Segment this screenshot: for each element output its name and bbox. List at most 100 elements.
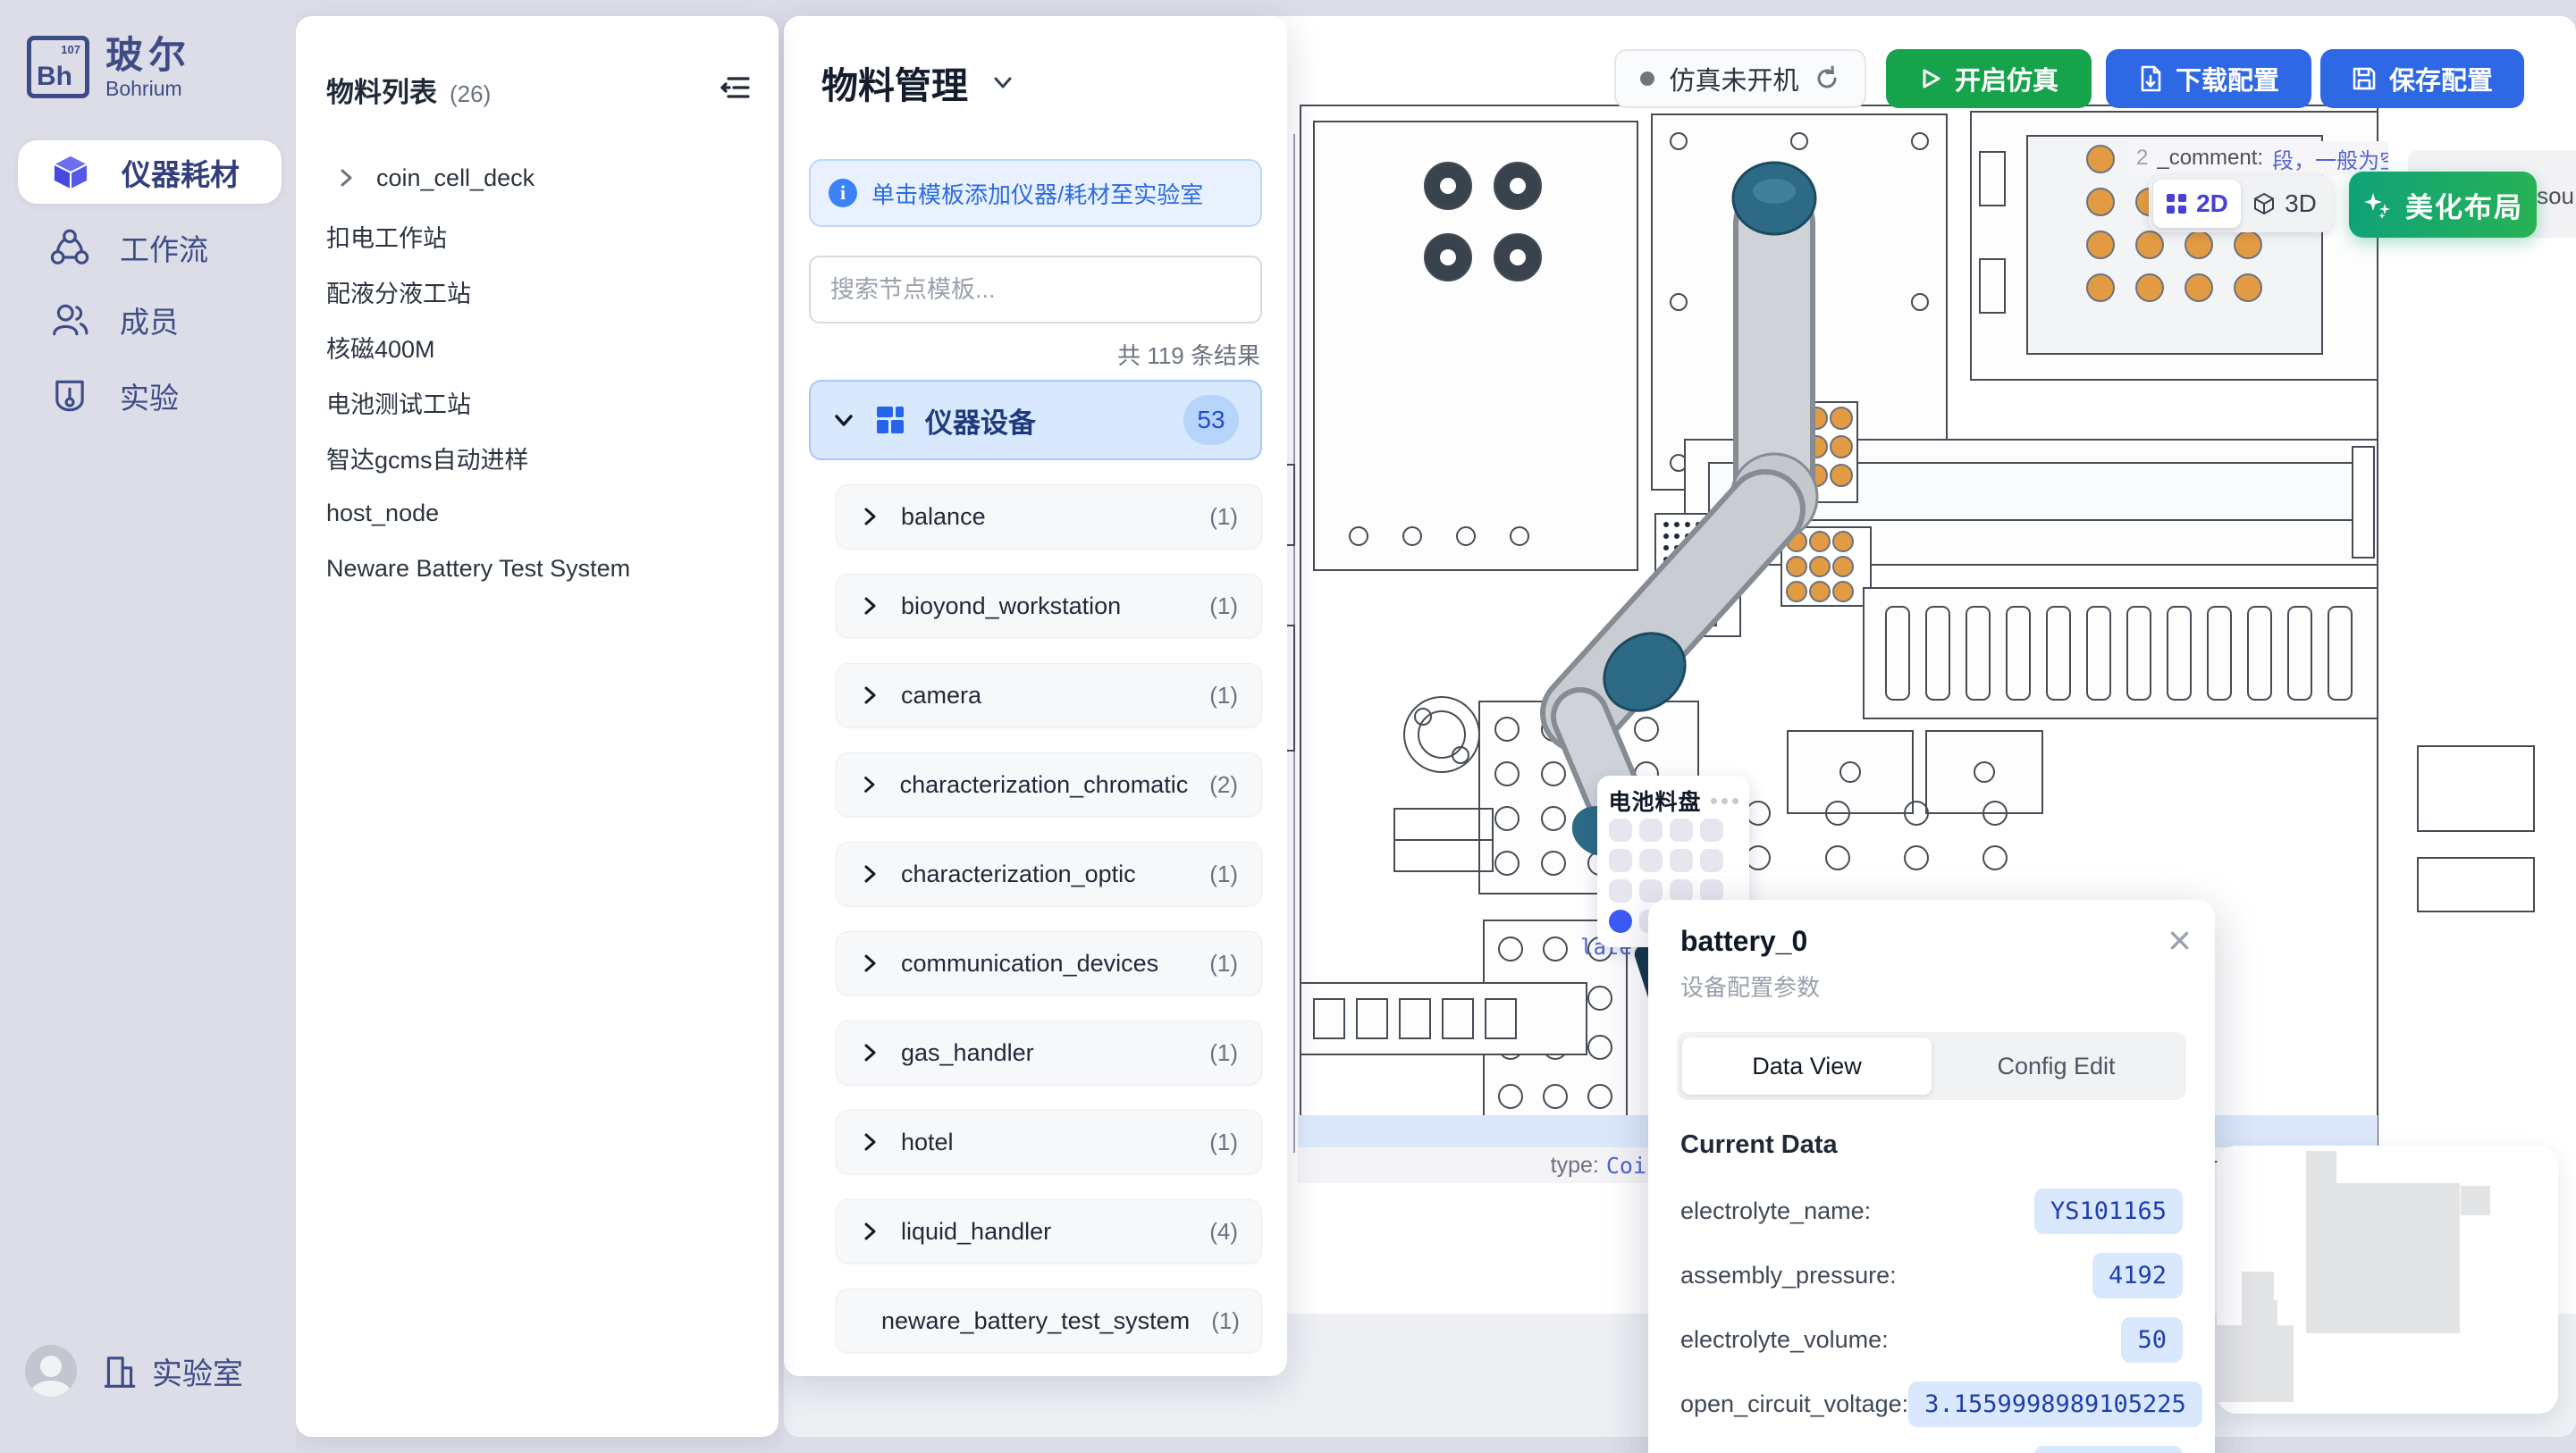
data-row-value: 3.1559998989105225 [1908,1382,2202,1427]
beautify-layout-button[interactable]: 美化布局 [2349,172,2537,238]
material-list-item[interactable]: 电池测试工站 [326,374,746,430]
sim-status-pill[interactable]: 仿真未开机 [1614,49,1866,108]
start-simulation-button[interactable]: 开启仿真 [1886,49,2092,108]
chevron-right-icon [335,167,357,189]
category-row[interactable]: balance (1) [836,484,1262,549]
info-icon: i [829,179,857,207]
data-row-label: assembly_pressure: [1680,1262,1897,1289]
material-list-item[interactable]: host_node [326,485,746,541]
data-row-value: 50 [2121,1317,2183,1363]
material-list-item[interactable]: 配液分液工站 [326,264,746,319]
sidebar-item-experiments[interactable]: 实验 [18,374,282,418]
app-logo[interactable]: 107 Bh 玻尔 Bohrium [27,36,191,101]
bohrium-logo-icon: 107 Bh [27,36,89,98]
category-row[interactable]: communication_devices (1) [836,931,1262,995]
download-doc-icon [2138,65,2163,92]
hint-banner: i 单击模板添加仪器/耗材至实验室 [809,159,1262,227]
sparkles-icon [2362,189,2393,220]
close-icon[interactable]: × [2168,920,2192,961]
save-icon [2352,66,2377,91]
material-list-item[interactable]: 核磁400M [326,319,746,374]
material-list-item[interactable]: 扣电工作站 [326,208,746,264]
app-name-en: Bohrium [105,77,191,101]
chevron-down-icon [989,69,1016,96]
type-tooltip-fragment: type: Coi [1298,1147,1648,1183]
tray-menu-icon[interactable] [1711,798,1738,804]
chevron-right-icon [860,864,880,884]
collapse-list-icon[interactable] [720,71,752,104]
type-key: type: [1551,1153,1599,1179]
tab-data-view[interactable]: Data View [1682,1037,1932,1095]
tab-config-edit[interactable]: Config Edit [1932,1037,2181,1095]
chevron-right-icon [860,507,880,526]
tray-slot-selected[interactable] [1609,910,1632,933]
search-input[interactable] [809,256,1262,323]
material-list-item[interactable]: 智达gcms自动进样 [326,430,746,485]
avatar[interactable] [25,1345,77,1397]
tray-title: 电池料盘 [1608,785,1701,817]
view-3d-button[interactable]: 3D [2241,180,2328,228]
grid-2d-icon [2166,193,2187,214]
popup-subtitle: 设备配置参数 [1680,970,1820,1003]
category-row[interactable]: hotel (1) [836,1110,1262,1174]
experiment-icon [50,376,89,416]
data-row: assembly_pressure: 4192 [1680,1243,2183,1307]
tree-item-coin-cell-deck[interactable]: coin_cell_deck [335,148,535,207]
chevron-down-icon [832,408,855,432]
data-row: data_electrolyte_code: LG000014 [1680,1436,2183,1453]
building-icon [100,1351,139,1390]
play-icon [1919,67,1942,90]
view-2d-button[interactable]: 2D [2153,180,2241,228]
data-row-label: electrolyte_volume: [1680,1326,1889,1354]
type-value: Coi [1606,1153,1646,1179]
category-row[interactable]: camera (1) [836,663,1262,727]
category-row[interactable]: bioyond_workstation (1) [836,574,1262,638]
download-config-button[interactable]: 下载配置 [2106,49,2311,108]
data-row: open_circuit_voltage: 3.1559998989105225 [1680,1372,2183,1436]
materials-count: (26) [450,80,491,108]
members-icon [50,300,89,340]
cube-3d-icon [2252,192,2276,215]
category-row[interactable]: neware_battery_test_system (1) [836,1289,1262,1353]
data-row-value: 4192 [2092,1253,2183,1298]
chevron-right-icon [860,1043,880,1062]
sidebar-item-workflow[interactable]: 工作流 [18,225,282,270]
app-name-cn: 玻尔 [105,36,191,75]
sidebar-item-lab[interactable]: 实验室 [100,1349,243,1393]
materials-list: 扣电工作站 配液分液工站 核磁400M 电池测试工站 智达gcms自动进样 ho… [326,208,746,596]
sidebar-item-instruments[interactable]: 仪器耗材 [18,140,282,204]
popup-section-title: Current Data [1680,1130,1838,1160]
data-row: electrolyte_volume: 50 [1680,1307,2183,1372]
popup-tabs: Data View Config Edit [1677,1032,2186,1100]
template-panel: i 单击模板添加仪器/耗材至实验室 共 119 条结果 仪器设备 53 bala… [784,16,1287,1376]
popup-data-rows: electrolyte_name: YS101165 assembly_pres… [1680,1179,2183,1453]
group-instruments-header[interactable]: 仪器设备 53 [809,380,1262,460]
save-config-button[interactable]: 保存配置 [2320,49,2524,108]
refresh-icon[interactable] [1814,65,1840,92]
chevron-right-icon [860,953,880,973]
comment-tooltip-fragment: 2 _comment: 段，一般为空，stat [2127,141,2388,175]
view-mode-toggle: 2D 3D [2149,175,2333,232]
chevron-right-icon [860,596,880,616]
category-row[interactable]: characterization_chromatic (2) [836,752,1262,817]
sidebar: 107 Bh 玻尔 Bohrium 仪器耗材 工作流 成员 实验 [0,0,296,1453]
chevron-right-icon [860,1222,880,1241]
category-row[interactable]: liquid_handler (4) [836,1199,1262,1264]
material-list-item[interactable]: Neware Battery Test System [326,541,746,596]
materials-title: 物料列表 [326,70,437,110]
sidebar-item-members[interactable]: 成员 [18,298,282,342]
app-window: type: Coi late 电池料盘 2 _comment: 段，一般为空，s… [0,0,2576,1453]
category-list: balance (1) bioyond_workstation (1) came… [836,484,1262,1376]
result-count: 共 119 条结果 [1117,338,1260,371]
group-count-badge: 53 [1183,395,1239,445]
data-row-label: open_circuit_voltage: [1680,1390,1908,1418]
category-row[interactable]: characterization_optic (1) [836,842,1262,906]
workflow-icon [50,228,89,267]
status-dot-icon [1640,71,1654,86]
popup-title: battery_0 [1680,925,1807,958]
minimap-panel[interactable] [2217,1146,2558,1414]
battery-config-popup: battery_0 设备配置参数 × Data View Config Edit… [1648,900,2215,1453]
devices-grid-icon [875,405,905,435]
page-title-dropdown[interactable]: 物料管理 [821,55,1016,109]
category-row[interactable]: gas_handler (1) [836,1020,1262,1085]
